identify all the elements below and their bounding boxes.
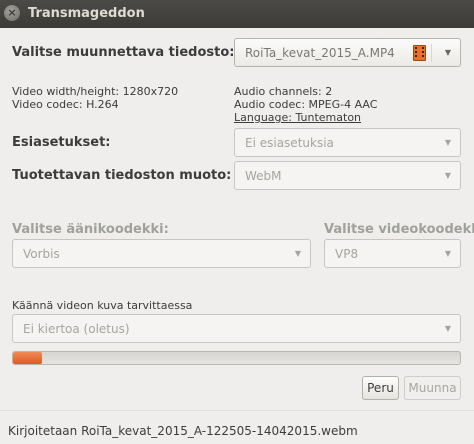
status-text: Kirjoitetaan RoiTa_kevat_2015_A-122505-1… [8,424,358,438]
rotation-label: Käännä videon kuva tarvittaessa [12,299,193,312]
presets-value: Ei esiasetuksia [245,136,334,150]
video-size-info: Video width/height: 1280x720 [12,85,179,98]
convert-button[interactable]: Muunna [404,376,461,400]
presets-select[interactable]: Ei esiasetuksia ▼ [234,128,461,157]
audio-channels-info: Audio channels: 2 [234,85,333,98]
chevron-down-icon: ▼ [444,171,451,180]
window-title: Transmageddon [28,6,145,21]
output-format-label: Tuotettavan tiedoston muoto: [12,168,232,183]
status-divider [0,410,474,411]
chevron-down-icon: ▼ [444,324,451,333]
source-file-name: RoiTa_kevat_2015_A.MP4 [245,46,395,60]
cancel-button[interactable]: Peru [362,376,399,400]
audio-language-info: Language: Tuntematon [234,111,362,124]
combo-separator [431,44,432,62]
title-bar: × Transmageddon [0,0,474,28]
video-codec-value: VP8 [335,247,359,261]
video-codec-select[interactable]: VP8 ▼ [324,239,461,268]
chevron-down-icon: ▼ [444,249,451,258]
close-button[interactable]: × [4,5,20,21]
rotation-value: Ei kiertoa (oletus) [23,322,130,336]
chevron-down-icon: ▼ [294,249,301,258]
rotation-select[interactable]: Ei kiertoa (oletus) ▼ [12,314,461,343]
progress-fill [13,352,43,364]
video-codec-label: Valitse videokoodekki: [324,222,474,237]
chevron-down-icon: ▼ [444,48,451,57]
audio-codec-info: Audio codec: MPEG-4 AAC [234,98,378,111]
output-format-value: WebM [245,169,282,183]
film-icon [413,45,426,61]
chevron-down-icon: ▼ [444,138,451,147]
audio-codec-label: Valitse äänikoodekki: [12,222,169,237]
conversion-progress-bar [12,351,461,365]
audio-codec-select[interactable]: Vorbis ▼ [12,239,311,268]
presets-label: Esiasetukset: [12,135,111,150]
output-format-select[interactable]: WebM ▼ [234,161,461,190]
audio-codec-value: Vorbis [23,247,60,261]
video-codec-info: Video codec: H.264 [12,98,119,111]
source-file-chooser[interactable]: RoiTa_kevat_2015_A.MP4 ▼ [234,38,461,67]
source-file-label: Valitse muunnettava tiedosto: [12,45,235,60]
